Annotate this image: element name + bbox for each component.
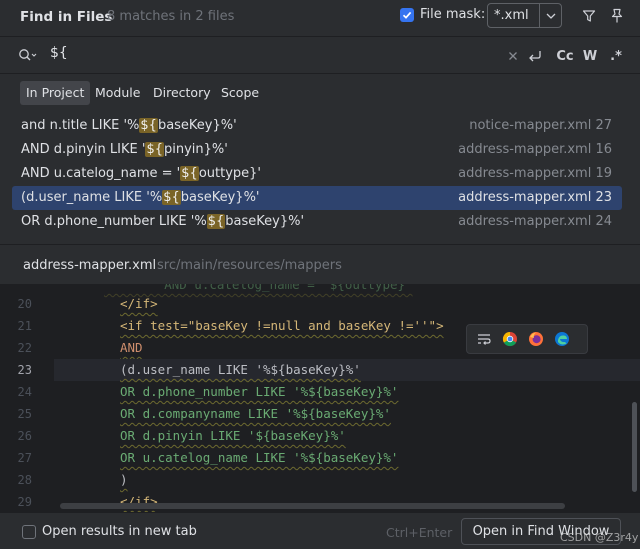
line-number: 29 [17,495,32,509]
filter-icon[interactable] [579,6,599,26]
find-header: Find in Files 8 matches in 2 files File … [0,0,640,36]
result-file: notice-mapper.xml 27 [469,118,612,133]
result-row[interactable]: OR d.phone_number LIKE '%${baseKey}%' ad… [12,210,622,234]
tab-scope[interactable]: Scope [215,81,265,105]
result-row[interactable]: AND u.catelog_name = '${outtype}' addres… [12,162,622,186]
shortcut-hint: Ctrl+Enter [386,525,453,540]
code-line: OR d.pinyin LIKE '${baseKey}%' [54,425,640,447]
chrome-icon[interactable] [501,330,519,348]
code-text: OR d.phone_number LIKE '%${baseKey}%' [120,384,399,399]
tab-module[interactable]: Module [89,81,146,105]
result-text: (d.user_name LIKE '%${baseKey}%' [21,190,260,205]
search-input[interactable] [50,45,490,61]
result-file: address-mapper.xml 16 [458,142,612,157]
file-mask-label[interactable]: File mask: [420,7,485,22]
match-highlight: ${ [206,214,226,229]
pin-icon[interactable] [607,6,627,26]
match-case-toggle[interactable]: Cc [555,46,575,66]
code-text: OR d.companyname LIKE '%${baseKey}%' [120,406,391,421]
code-line: OR d.phone_number LIKE '%${baseKey}%' [54,381,640,403]
code-text: ) [120,472,128,487]
editor-floating-toolbar [466,324,588,354]
clear-icon[interactable] [506,46,520,66]
result-file: address-mapper.xml 19 [458,166,612,181]
line-number: 25 [17,407,32,421]
result-row[interactable]: AND d.pinyin LIKE '${pinyin}%' address-m… [12,138,622,162]
check-icon [402,11,412,19]
line-gutter: 20 21 22 23 24 25 26 27 28 29 [0,284,54,512]
search-history-icon[interactable] [18,48,38,66]
tab-directory[interactable]: Directory [147,81,217,105]
scope-tabs: In Project Module Directory Scope [0,75,640,113]
file-mask-checkbox[interactable] [400,8,414,22]
code-line: OR d.companyname LIKE '%${baseKey}%' [54,403,640,425]
match-count: 8 matches in 2 files [107,9,235,24]
whole-words-toggle[interactable]: W [581,46,599,66]
result-text: and n.title LIKE '%${baseKey}%' [21,118,237,133]
line-number: 24 [17,385,32,399]
preview-header: address-mapper.xml src/main/resources/ma… [0,244,640,284]
code-area[interactable]: AND u.catelog_name = '${outtype}' </if> … [54,284,640,512]
code-text: OR d.pinyin LIKE '${baseKey}%' [120,428,346,443]
line-number: 26 [17,429,32,443]
dialog-title: Find in Files [20,9,113,25]
file-mask-select[interactable]: *.xml [487,3,562,28]
line-number: 27 [17,451,32,465]
line-number: 28 [17,473,32,487]
result-file: address-mapper.xml 23 [458,190,612,205]
tab-in-project[interactable]: In Project [20,81,91,105]
code-line: </if> [54,293,640,315]
line-number: 20 [17,297,32,311]
result-text: AND u.catelog_name = '${outtype}' [21,166,261,181]
preview-file-name: address-mapper.xml [23,258,157,273]
code-text: AND [120,340,143,355]
edge-icon[interactable] [553,330,571,348]
preview-file-path: src/main/resources/mappers [157,258,342,273]
code-text: <if test="baseKey !=null and baseKey !='… [120,318,444,333]
new-tab-checkbox[interactable] [22,525,36,539]
match-highlight: ${ [139,118,158,133]
dialog-footer: Open results in new tab Ctrl+Enter Open … [0,512,640,549]
new-line-icon[interactable] [526,46,544,66]
results-list: and n.title LIKE '%${baseKey}%' notice-m… [0,113,640,243]
line-number: 21 [17,319,32,333]
watermark: CSDN @Z3r4y [560,531,639,544]
match-highlight: ${ [180,166,199,181]
line-number-current: 23 [17,363,32,377]
code-line: ) [54,469,640,491]
file-mask-value[interactable]: *.xml [488,4,540,27]
code-text: </if> [120,296,158,311]
horizontal-scrollbar[interactable] [60,503,565,509]
soft-wrap-icon[interactable] [475,330,493,348]
result-file: address-mapper.xml 24 [458,214,612,229]
line-number: 22 [17,341,32,355]
match-highlight: ${ [162,190,181,205]
result-text: AND d.pinyin LIKE '${pinyin}%' [21,142,228,157]
search-row: Cc W .* [0,36,640,74]
code-line: OR u.catelog_name LIKE '%${baseKey}%' [54,447,640,469]
new-tab-label[interactable]: Open results in new tab [42,524,197,539]
match-highlight: ${ [145,142,164,157]
vertical-scrollbar[interactable] [632,402,637,492]
firefox-icon[interactable] [527,330,545,348]
result-text: OR d.phone_number LIKE '%${baseKey}%' [21,214,305,229]
regex-toggle[interactable]: .* [606,46,626,66]
result-row[interactable]: and n.title LIKE '%${baseKey}%' notice-m… [12,114,622,138]
code-text: (d.user_name LIKE '%${baseKey}%' [120,362,361,377]
code-text: OR u.catelog_name LIKE '%${baseKey}%' [120,450,399,465]
chevron-down-icon[interactable] [540,13,561,19]
code-line-current: (d.user_name LIKE '%${baseKey}%' [54,359,640,381]
result-row-selected[interactable]: (d.user_name LIKE '%${baseKey}%' address… [12,186,622,210]
code-preview[interactable]: 20 21 22 23 24 25 26 27 28 29 AND u.cate… [0,284,640,512]
